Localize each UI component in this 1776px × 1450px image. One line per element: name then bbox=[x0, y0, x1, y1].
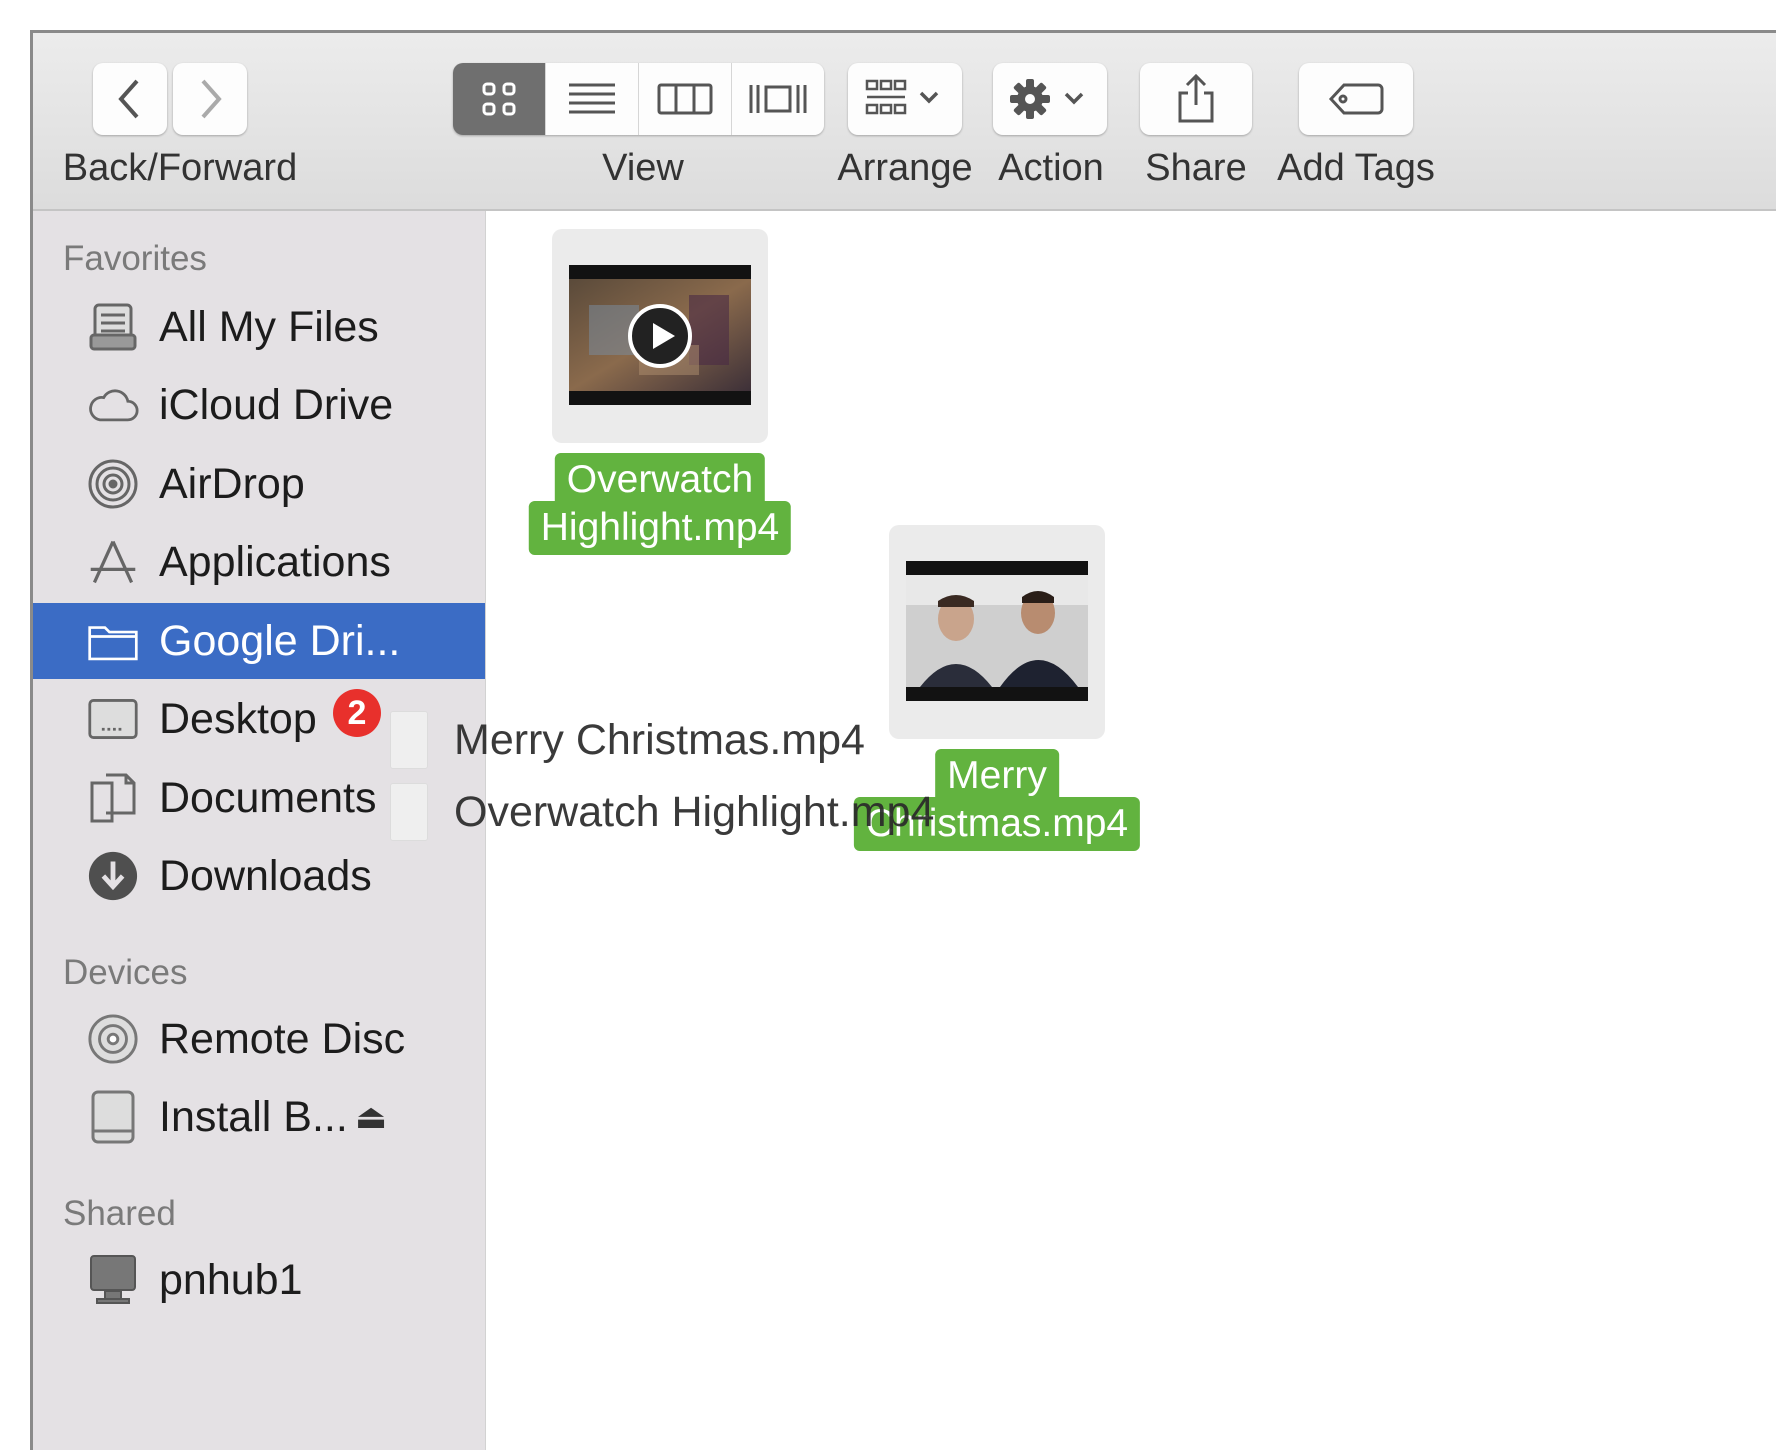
arrange-button[interactable] bbox=[848, 63, 962, 135]
share-button[interactable] bbox=[1140, 63, 1252, 135]
sidebar-item-label: Remote Disc bbox=[159, 1014, 406, 1063]
sidebar-item-pnhub1[interactable]: pnhub1 bbox=[33, 1242, 485, 1318]
file-name-line1: Overwatch bbox=[554, 453, 766, 507]
add-tags-button[interactable] bbox=[1299, 63, 1413, 135]
file-name-line1: Merry bbox=[935, 749, 1059, 803]
column-view-button[interactable] bbox=[639, 63, 732, 135]
sidebar-item-label: Desktop bbox=[159, 694, 317, 743]
drag-item-label: Overwatch Highlight.mp4 bbox=[454, 787, 935, 836]
cover-flow-button[interactable] bbox=[732, 63, 824, 135]
view-label: View bbox=[602, 147, 684, 189]
drag-item-label: Merry Christmas.mp4 bbox=[454, 715, 865, 764]
tag-icon bbox=[1328, 83, 1384, 115]
drop-count-badge: 2 bbox=[333, 689, 381, 737]
all-files-icon bbox=[87, 301, 139, 353]
sidebar-item-install-drive[interactable]: Install B... ⏏ bbox=[33, 1079, 485, 1155]
sidebar-item-label: Google Dri... bbox=[159, 616, 401, 665]
devices-heading: Devices bbox=[63, 953, 188, 992]
drive-icon bbox=[87, 1090, 139, 1144]
shared-heading: Shared bbox=[63, 1194, 176, 1233]
sidebar-item-label: Documents bbox=[159, 773, 377, 822]
finder-window: Back/Forward View Arrange Action Share A… bbox=[30, 30, 1776, 1450]
file-name-line2: Highlight.mp4 bbox=[528, 501, 792, 555]
desktop-icon bbox=[87, 693, 139, 745]
sidebar-item-remote-disc[interactable]: Remote Disc bbox=[33, 1001, 485, 1077]
action-label: Action bbox=[998, 147, 1104, 189]
sidebar-item-google-drive[interactable]: Google Dri... bbox=[33, 603, 485, 679]
share-icon bbox=[1178, 73, 1214, 123]
document-icon bbox=[390, 783, 428, 841]
sidebar-item-label: AirDrop bbox=[159, 459, 305, 508]
list-view-button[interactable] bbox=[546, 63, 639, 135]
sidebar-item-label: All My Files bbox=[159, 302, 379, 351]
sidebar-item-label: Downloads bbox=[159, 851, 372, 900]
applications-icon bbox=[87, 536, 139, 588]
sidebar-item-label: Applications bbox=[159, 537, 391, 586]
video-preview bbox=[906, 561, 1088, 701]
drag-item: Overwatch Highlight.mp4 bbox=[390, 783, 934, 841]
sidebar-item-label: iCloud Drive bbox=[159, 380, 394, 429]
disc-icon bbox=[87, 1013, 139, 1065]
action-button[interactable] bbox=[993, 63, 1107, 135]
gear-icon bbox=[1010, 79, 1084, 119]
sidebar-item-label: Install B... bbox=[159, 1092, 348, 1141]
sidebar-item-downloads[interactable]: Downloads bbox=[33, 838, 485, 914]
column-view-icon bbox=[657, 83, 713, 115]
computer-icon bbox=[87, 1254, 139, 1306]
play-icon[interactable] bbox=[627, 303, 693, 369]
file-thumbnail bbox=[889, 525, 1105, 739]
downloads-icon bbox=[87, 850, 139, 902]
toolbar: Back/Forward View Arrange Action Share A… bbox=[33, 33, 1776, 211]
file-thumbnail bbox=[552, 229, 768, 443]
arrange-label: Arrange bbox=[837, 147, 973, 189]
sidebar-item-icloud-drive[interactable]: iCloud Drive bbox=[33, 367, 485, 443]
sidebar-item-airdrop[interactable]: AirDrop bbox=[33, 446, 485, 522]
add-tags-label: Add Tags bbox=[1277, 147, 1435, 189]
document-icon bbox=[390, 711, 428, 769]
chevron-left-icon bbox=[118, 79, 139, 119]
icon-view-icon bbox=[482, 82, 516, 116]
arrange-grid-icon bbox=[865, 79, 939, 115]
back-forward-label: Back/Forward bbox=[62, 147, 298, 189]
favorites-heading: Favorites bbox=[63, 239, 207, 278]
video-preview bbox=[569, 265, 751, 405]
file-browser-area[interactable]: Overwatch Highlight.mp4 Merry Christmas.… bbox=[390, 211, 1776, 1450]
documents-icon bbox=[87, 772, 139, 824]
airdrop-icon bbox=[87, 458, 139, 510]
forward-button[interactable] bbox=[173, 63, 247, 135]
view-segmented-control bbox=[453, 63, 824, 135]
drag-item: Merry Christmas.mp4 bbox=[390, 711, 865, 769]
eject-icon[interactable]: ⏏ bbox=[355, 1097, 387, 1137]
chevron-right-icon bbox=[201, 79, 222, 119]
cover-flow-icon bbox=[749, 85, 807, 113]
sidebar-item-applications[interactable]: Applications bbox=[33, 524, 485, 600]
list-view-icon bbox=[569, 83, 615, 114]
icon-view-button[interactable] bbox=[453, 63, 546, 135]
back-button[interactable] bbox=[93, 63, 167, 135]
sidebar-item-label: pnhub1 bbox=[159, 1255, 303, 1304]
sidebar-item-all-my-files[interactable]: All My Files bbox=[33, 289, 485, 365]
cloud-icon bbox=[87, 379, 139, 431]
folder-icon bbox=[87, 615, 139, 667]
share-label: Share bbox=[1145, 147, 1247, 189]
